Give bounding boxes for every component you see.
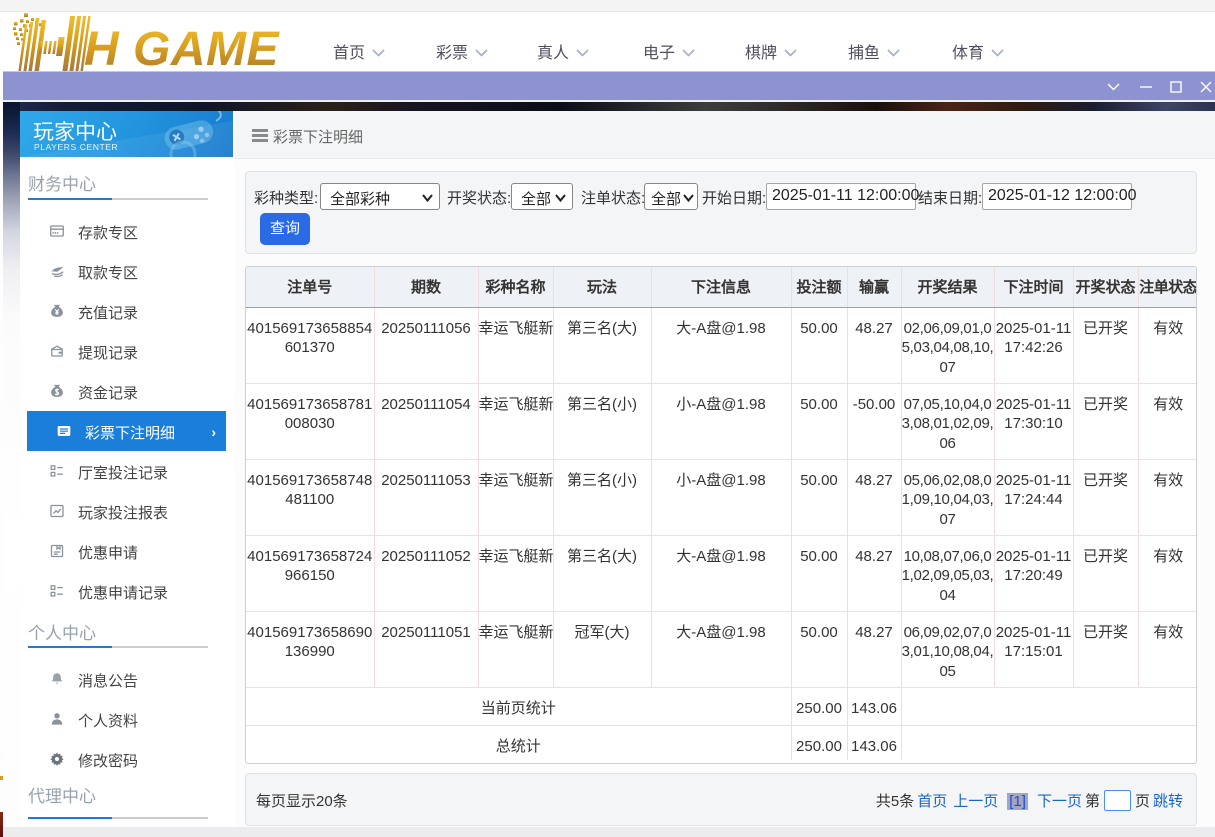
svg-text:H GAME: H GAME (84, 23, 280, 71)
